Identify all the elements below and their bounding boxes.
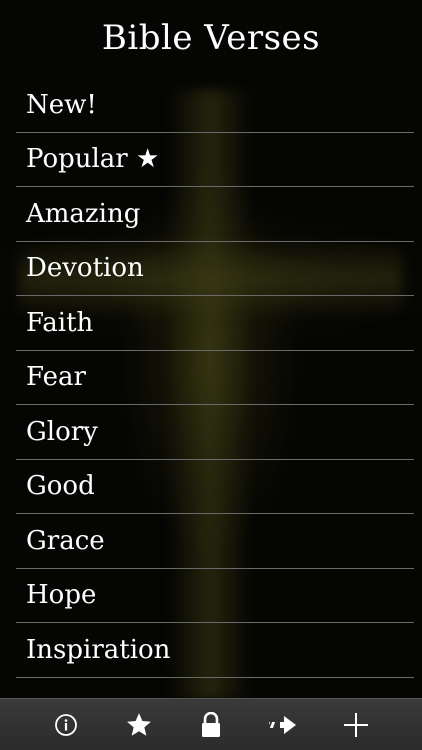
info-icon xyxy=(55,713,78,736)
plus-icon xyxy=(343,712,368,737)
category-list: New! Popular ★ Amazing Devotion Faith Fe… xyxy=(16,78,414,678)
list-item-good[interactable]: Good xyxy=(16,460,414,514)
info-button[interactable] xyxy=(46,705,86,745)
list-item-new[interactable]: New! xyxy=(16,78,414,133)
share-arrow-icon xyxy=(269,715,297,734)
list-item-fear[interactable]: Fear xyxy=(16,351,414,405)
list-item-devotion[interactable]: Devotion xyxy=(16,242,414,296)
list-item-inspiration[interactable]: Inspiration xyxy=(16,623,414,678)
share-button[interactable] xyxy=(263,705,303,745)
list-item-grace[interactable]: Grace xyxy=(16,514,414,569)
page-title: Bible Verses xyxy=(101,18,321,58)
lock-button[interactable] xyxy=(191,705,231,745)
app-screen: Bible Verses New! Popular ★ Amazing Devo… xyxy=(0,0,422,750)
list-item-hope[interactable]: Hope xyxy=(16,569,414,623)
lock-icon xyxy=(201,711,220,737)
list-item-glory[interactable]: Glory xyxy=(16,405,414,460)
list-item-faith[interactable]: Faith xyxy=(16,296,414,351)
favorites-button[interactable] xyxy=(119,705,159,745)
star-icon xyxy=(126,712,151,736)
list-item-popular[interactable]: Popular ★ xyxy=(16,133,414,187)
list-item-amazing[interactable]: Amazing xyxy=(16,187,414,242)
add-button[interactable] xyxy=(336,705,376,745)
bottom-toolbar xyxy=(0,698,422,750)
